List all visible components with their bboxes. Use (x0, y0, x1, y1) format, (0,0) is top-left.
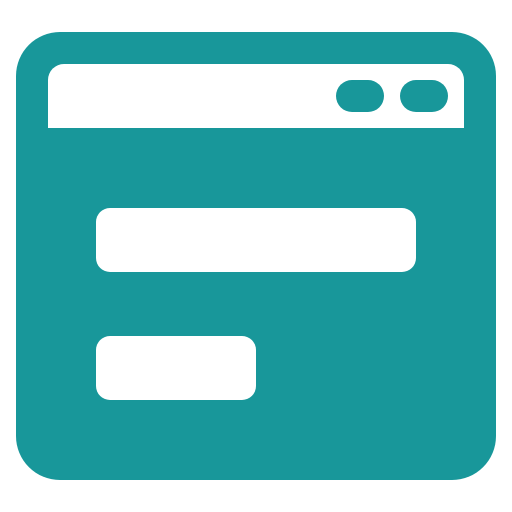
input-field-short (96, 336, 256, 400)
window-control-dot-2 (400, 80, 448, 112)
browser-window-form-icon (0, 0, 512, 512)
window-control-dot-1 (336, 80, 384, 112)
input-field-wide (96, 208, 416, 272)
browser-window-form-svg (16, 32, 496, 480)
